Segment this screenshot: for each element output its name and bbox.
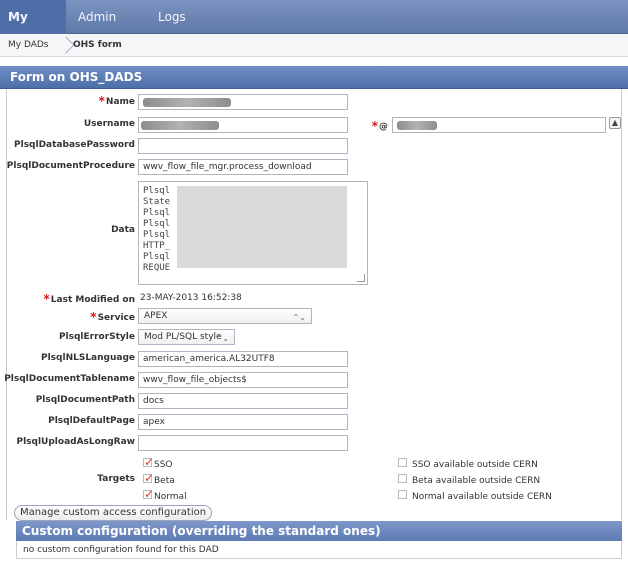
upload-field[interactable] — [138, 435, 348, 451]
form-header: Form on OHS_DADS — [0, 65, 628, 89]
username-field[interactable] — [138, 117, 348, 133]
normal-checkbox-label: Normal — [154, 492, 187, 502]
select-arrow-icon: ⌃⌄ — [292, 313, 306, 322]
normal-outside-checkbox[interactable] — [398, 490, 407, 499]
beta-checkbox-label: Beta — [154, 476, 175, 486]
tab-admin-view[interactable]: Admin View — [70, 0, 148, 58]
at-label: @ — [372, 119, 388, 133]
breadcrumb-separator-icon — [57, 36, 75, 54]
name-field[interactable] — [138, 94, 348, 110]
host-field[interactable] — [392, 117, 606, 133]
sso-checkbox-label: SSO — [154, 460, 173, 470]
data-line: Plsql — [143, 252, 171, 262]
modified-value: 23-MAY-2013 16:52:38 — [140, 293, 242, 303]
data-line: Plsql — [143, 219, 171, 229]
chevron-up-icon[interactable]: ▲ — [609, 117, 621, 129]
error-style-label: PlsqlErrorStyle — [58, 332, 135, 342]
data-line: HTTP_ — [143, 241, 171, 251]
tab-my-dads[interactable]: My DADs — [0, 0, 66, 58]
sso-checkbox[interactable] — [143, 455, 154, 469]
top-tab-bar: My DADs Admin View Logs — [0, 0, 628, 58]
normal-outside-label: Normal available outside CERN — [412, 492, 552, 502]
service-label: Service — [90, 310, 135, 324]
error-style-select[interactable]: Mod PL/SQL style ⌃⌄ — [138, 329, 235, 345]
service-value: APEX — [144, 311, 168, 321]
path-field[interactable]: docs — [138, 393, 348, 409]
username-label: Username — [83, 119, 135, 129]
select-arrow-icon: ⌃⌄ — [215, 334, 229, 343]
path-label: PlsqlDocumentPath — [35, 395, 135, 405]
breadcrumb-my-dads[interactable]: My DADs — [8, 34, 49, 57]
sso-outside-label: SSO available outside CERN — [412, 460, 538, 470]
custom-configuration-header: Custom configuration (overriding the sta… — [16, 521, 622, 541]
breadcrumb: My DADs OHS form — [0, 34, 628, 57]
upload-label: PlsqlUploadAsLongRaw — [16, 437, 135, 447]
tab-logs[interactable]: Logs — [150, 0, 194, 34]
beta-checkbox[interactable] — [143, 471, 154, 485]
normal-checkbox[interactable] — [143, 487, 154, 501]
modified-label: Last Modified on — [44, 292, 135, 306]
password-label: PlsqlDatabasePassword — [14, 140, 135, 150]
form-title: Form on OHS_DADS — [10, 70, 143, 84]
name-label: Name — [99, 94, 135, 108]
breadcrumb-current: OHS form — [73, 40, 122, 50]
targets-label: Targets — [97, 474, 135, 484]
procedure-field[interactable]: wwv_flow_file_mgr.process_download — [138, 159, 348, 175]
password-field[interactable] — [138, 138, 348, 154]
data-line: Plsql — [143, 208, 171, 218]
default-page-label: PlsqlDefaultPage — [48, 416, 135, 426]
data-line: REQUE — [143, 263, 171, 273]
data-line: Plsql — [143, 186, 171, 196]
redaction-block — [177, 186, 347, 268]
data-textarea[interactable]: Plsql State Plsql Plsql Plsql HTTP_ Plsq… — [138, 181, 368, 285]
beta-outside-checkbox[interactable] — [398, 474, 407, 483]
beta-outside-label: Beta available outside CERN — [412, 476, 541, 486]
service-select[interactable]: APEX ⌃⌄ — [138, 308, 312, 324]
manage-custom-access-button[interactable]: Manage custom access configuration — [14, 505, 212, 521]
tablename-label: PlsqlDocumentTablename — [4, 374, 135, 384]
default-page-field[interactable]: apex — [138, 414, 348, 430]
data-line: State — [143, 197, 171, 207]
tablename-field[interactable]: wwv_flow_file_objects$ — [138, 372, 348, 388]
procedure-label: PlsqlDocumentProcedure — [6, 161, 135, 171]
sso-outside-checkbox[interactable] — [398, 458, 407, 467]
resize-handle-icon[interactable] — [357, 274, 365, 282]
error-style-value: Mod PL/SQL style — [144, 332, 222, 342]
data-line: Plsql — [143, 230, 171, 240]
nls-field[interactable]: american_america.AL32UTF8 — [138, 351, 348, 367]
nls-label: PlsqlNLSLanguage — [41, 353, 135, 363]
data-label: Data — [111, 225, 135, 235]
custom-configuration-message: no custom configuration found for this D… — [16, 541, 622, 559]
